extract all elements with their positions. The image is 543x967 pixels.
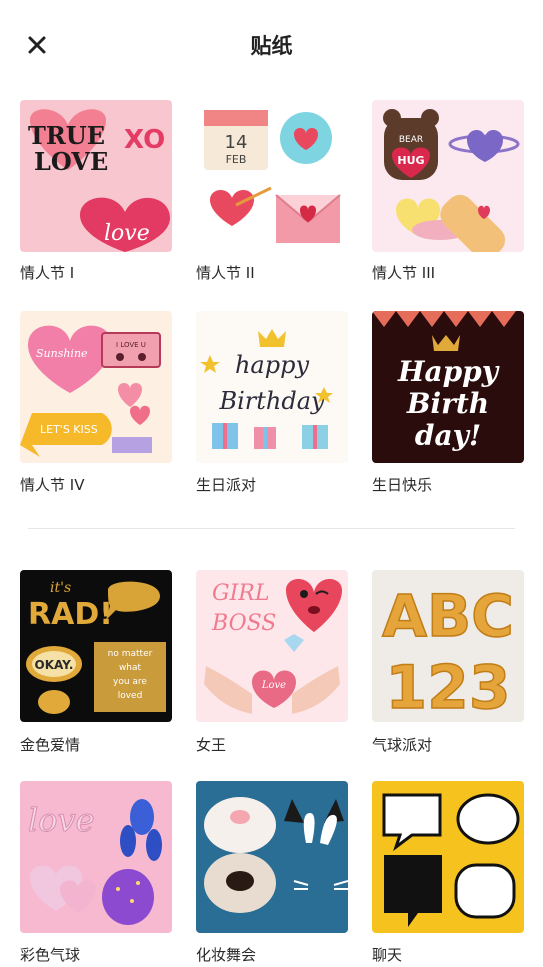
sticker-pack-queen[interactable]: GIRL BOSS Love [196,570,348,722]
you-are-text: you are [113,677,147,687]
sunshine-text: Sunshine [36,347,88,360]
sticker-pack-valentine-1[interactable]: TRUE LOVE XO love [20,100,172,252]
pack-label: 情人节 II [196,264,255,282]
love-text: LOVE [34,147,108,176]
sticker-pack-gold-love[interactable]: it's RAD! OKAY. no matter what you are l… [20,570,172,722]
birthday-day-thumbnail: Happy Birth day! [372,311,524,463]
sticker-pack-happy-birthday[interactable]: Happy Birth day! [372,311,524,463]
happy-text: happy [235,351,309,379]
number-balloon-text: 123 [385,653,510,722]
pack-label: 化妆舞会 [196,946,257,964]
section-divider [28,528,515,529]
pack-label: 情人节 I [20,264,75,282]
abc-balloon-text: ABC [382,582,514,650]
pack-label: 生日快乐 [372,476,433,494]
calendar-day: 14 [225,132,248,153]
girl-boss-thumbnail: GIRL BOSS Love [196,570,348,722]
xo-text: XO [124,125,165,155]
happy-day-text: Happy [397,355,500,388]
valentine-cassette-thumbnail: Sunshine I LOVE U LET'S KISS [20,311,172,463]
valentine-true-love-thumbnail: TRUE LOVE XO love [20,100,172,252]
pack-label: 生日派对 [196,476,257,494]
bear-text: BEAR [399,135,423,145]
rad-text: RAD! [28,597,113,632]
pack-label: 女王 [196,736,227,754]
okay-text: OKAY. [35,658,74,672]
its-text: it's [50,580,71,596]
happy-birthday-thumbnail: happy Birthday [196,311,348,463]
sticker-pack-birthday-party[interactable]: happy Birthday [196,311,348,463]
what-text: what [119,663,142,673]
valentine-calendar-thumbnail: 14 FEB [196,100,348,252]
sticker-pack-valentine-4[interactable]: Sunshine I LOVE U LET'S KISS [20,311,172,463]
pack-label: 情人节 IV [20,476,85,494]
sticker-pack-valentine-3[interactable]: BEAR HUG [372,100,524,252]
animal-masks-thumbnail [196,781,348,933]
love-heart-text: Love [261,680,286,691]
birth-text: Birth [406,387,489,420]
calendar-month: FEB [226,153,247,166]
loved-text: loved [118,691,143,701]
girl-text: GIRL [212,581,269,606]
sticker-pack-valentine-2[interactable]: 14 FEB [196,100,348,252]
valentine-bear-thumbnail: BEAR HUG [372,100,524,252]
pack-label: 金色爱情 [20,736,81,754]
lets-kiss-text: LET'S KISS [40,423,98,436]
boss-text: BOSS [211,611,276,636]
gold-love-thumbnail: it's RAD! OKAY. no matter what you are l… [20,570,172,722]
birthday-text: Birthday [218,387,325,415]
sticker-pack-balloon-party[interactable]: ABC 123 [372,570,524,722]
hug-text: HUG [397,154,424,167]
sticker-pack-masquerade[interactable] [196,781,348,933]
top-bar: 贴纸 [0,0,543,92]
sticker-pack-color-balloons[interactable]: love [20,781,172,933]
love-balloon-text: love [28,801,95,839]
pack-label: 情人节 III [372,264,436,282]
pack-label: 彩色气球 [20,946,81,964]
cassette-text: I LOVE U [116,341,146,349]
day-text: day! [415,419,481,452]
speech-bubbles-thumbnail [372,781,524,933]
page-title: 贴纸 [250,34,293,58]
no-matter-text: no matter [108,649,153,659]
pack-label: 气球派对 [372,736,433,754]
love-script-text: love [104,221,150,246]
pink-love-balloons-thumbnail: love [20,781,172,933]
sticker-pack-chat[interactable] [372,781,524,933]
pack-label: 聊天 [372,946,403,964]
true-text: TRUE [28,121,105,150]
gold-balloon-letters-thumbnail: ABC 123 [372,570,524,722]
